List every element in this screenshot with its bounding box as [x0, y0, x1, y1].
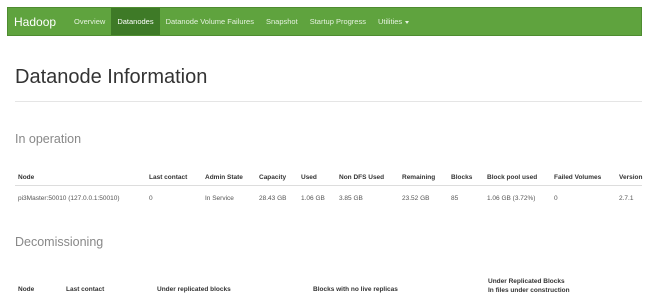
- nav-utilities-label: Utilities: [377, 17, 403, 26]
- col-header-node[interactable]: Node: [18, 174, 34, 181]
- col-header-blocks-no-live-replicas[interactable]: Blocks with no live replicas: [313, 286, 398, 293]
- nav-overview[interactable]: Overview: [68, 8, 111, 35]
- nav-snapshot[interactable]: Snapshot: [260, 8, 304, 35]
- cell-used: 1.06 GB: [301, 195, 325, 202]
- nav-utilities[interactable]: Utilities: [372, 8, 415, 35]
- cell-last-contact: 0: [149, 195, 153, 202]
- chevron-down-icon: [405, 20, 410, 24]
- col-header-under-replicated-line1[interactable]: Under Replicated Blocks: [488, 278, 565, 285]
- nav-startup-progress[interactable]: Startup Progress: [304, 8, 372, 35]
- cell-admin-state: In Service: [205, 195, 234, 202]
- cell-remaining: 23.52 GB: [402, 195, 430, 202]
- col-header-under-replicated-blocks[interactable]: Under replicated blocks: [157, 286, 231, 293]
- nav-datanodes[interactable]: Datanodes: [111, 8, 160, 35]
- title-divider: [15, 101, 642, 102]
- col-header-block-pool-used[interactable]: Block pool used: [487, 174, 537, 181]
- col-header-used[interactable]: Used: [301, 174, 317, 181]
- nav-datanode-volume-failures[interactable]: Datanode Volume Failures: [160, 8, 260, 35]
- cell-block-pool-used: 1.06 GB (3.72%): [487, 195, 536, 202]
- col-header-failed-volumes[interactable]: Failed Volumes: [554, 174, 601, 181]
- cell-capacity: 28.43 GB: [259, 195, 287, 202]
- section-title-in-operation: In operation: [15, 132, 82, 146]
- col-header-capacity[interactable]: Capacity: [259, 174, 286, 181]
- col-header-node[interactable]: Node: [18, 286, 34, 293]
- header-divider: [15, 185, 642, 186]
- top-navbar: Hadoop Overview Datanodes Datanode Volum…: [7, 7, 642, 36]
- col-header-admin-state[interactable]: Admin State: [205, 174, 243, 181]
- col-header-blocks[interactable]: Blocks: [451, 174, 472, 181]
- cell-failed-volumes: 0: [554, 195, 558, 202]
- section-title-decomissioning: Decomissioning: [15, 235, 104, 249]
- brand-logo[interactable]: Hadoop: [8, 15, 68, 29]
- page-title: Datanode Information: [15, 66, 208, 88]
- cell-non-dfs-used: 3.85 GB: [339, 195, 363, 202]
- col-header-non-dfs-used[interactable]: Non DFS Used: [339, 174, 384, 181]
- col-header-last-contact[interactable]: Last contact: [149, 174, 187, 181]
- cell-blocks: 85: [451, 195, 459, 202]
- col-header-remaining[interactable]: Remaining: [402, 174, 435, 181]
- col-header-under-replicated-line2[interactable]: In files under construction: [488, 287, 570, 294]
- cell-version: 2.7.1: [619, 195, 634, 202]
- col-header-version[interactable]: Version: [619, 174, 642, 181]
- col-header-last-contact[interactable]: Last contact: [66, 286, 104, 293]
- cell-node[interactable]: pi3Master:50010 (127.0.0.1:50010): [18, 195, 120, 202]
